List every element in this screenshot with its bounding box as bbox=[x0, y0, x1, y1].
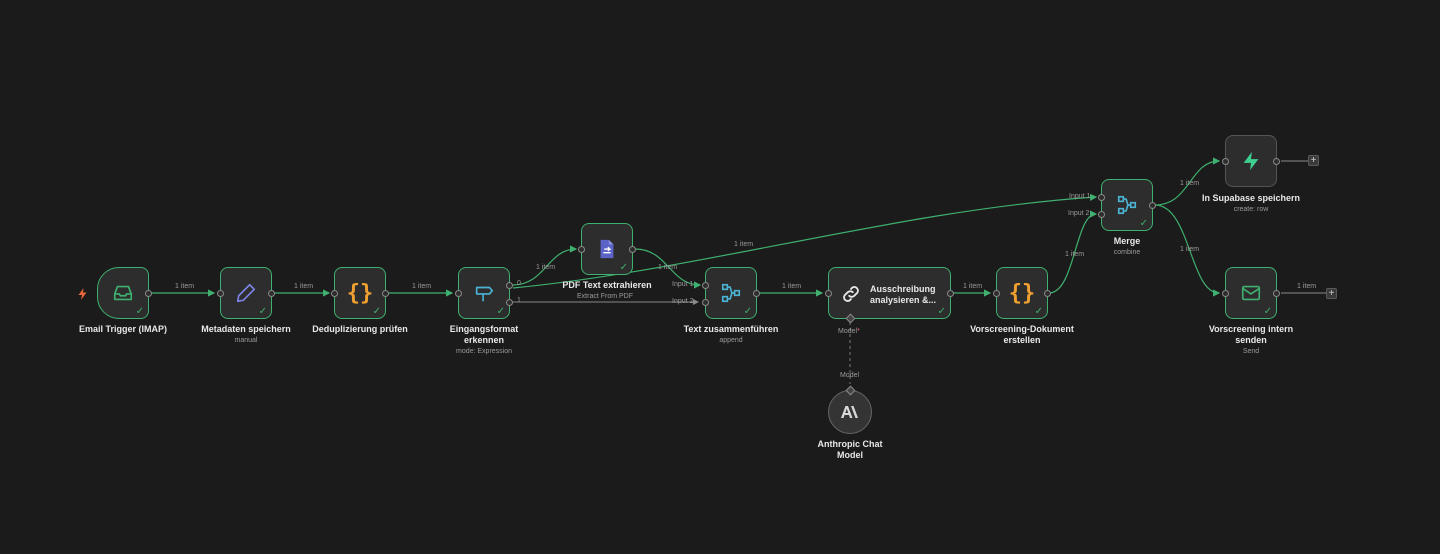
output-port[interactable] bbox=[1273, 158, 1280, 165]
output-port[interactable] bbox=[629, 246, 636, 253]
output-port-1[interactable] bbox=[506, 299, 513, 306]
success-check-icon: ✓ bbox=[937, 306, 946, 317]
node-anthropic-chat-model[interactable] bbox=[828, 385, 872, 434]
node-title: Metadaten speichern bbox=[201, 324, 291, 334]
node-title: Merge bbox=[1113, 236, 1141, 246]
success-check-icon: ✓ bbox=[1034, 306, 1043, 317]
workflow-canvas[interactable]: 1 item 1 item 1 item 1 item 1 item 1 ite… bbox=[0, 0, 1440, 554]
node-title: In Supabase speichern bbox=[1201, 193, 1301, 203]
edge-label: 1 item bbox=[1180, 246, 1200, 253]
extract-from-pdf-label: Extract From PDF bbox=[577, 293, 634, 300]
node-title-line1: Eingangsformat bbox=[449, 324, 519, 334]
success-check-icon: ✓ bbox=[258, 306, 267, 317]
success-check-icon: ✓ bbox=[496, 306, 505, 317]
input-port-1[interactable] bbox=[1098, 194, 1105, 201]
edge-label: 1 item bbox=[412, 283, 432, 290]
input-port[interactable] bbox=[1222, 290, 1229, 297]
input-port-2[interactable] bbox=[702, 299, 709, 306]
output-label-0: 0 bbox=[517, 280, 521, 287]
input-label-2: Input 2 bbox=[1068, 210, 1090, 217]
edge-label: 1 item bbox=[782, 283, 802, 290]
bolt-icon bbox=[78, 287, 87, 305]
node-eingangsformat-erkennen[interactable]: ✓ bbox=[455, 267, 513, 319]
input-port[interactable] bbox=[1222, 158, 1229, 165]
node-vorscreening-dokument-erstellen[interactable]: {} ✓ bbox=[993, 267, 1051, 319]
input-label-2: Input 2 bbox=[672, 298, 694, 305]
anthropic-icon bbox=[829, 391, 871, 433]
model-port-label: Model bbox=[840, 372, 860, 379]
input-port-2[interactable] bbox=[1098, 211, 1105, 218]
input-port[interactable] bbox=[578, 246, 585, 253]
model-port-label: Model* bbox=[838, 328, 860, 335]
edge-label: 1 item bbox=[658, 264, 678, 271]
node-ausschreibung-analysieren[interactable]: Ausschreibung analysieren &... ✓ bbox=[825, 267, 954, 324]
edge-label: 1 item bbox=[734, 241, 754, 248]
success-check-icon: ✓ bbox=[1263, 306, 1272, 317]
success-check-icon: ✓ bbox=[743, 306, 752, 317]
input-label-1: Input 1 bbox=[1069, 193, 1091, 200]
edge-label: 1 item bbox=[294, 283, 314, 290]
node-title-line2: erstellen bbox=[1003, 335, 1041, 345]
node-vorscreening-intern-senden[interactable]: ✓ bbox=[1222, 267, 1280, 319]
node-title-line1: Vorscreening-Dokument bbox=[970, 324, 1074, 334]
input-port[interactable] bbox=[217, 290, 224, 297]
success-check-icon: ✓ bbox=[135, 306, 144, 317]
output-port[interactable] bbox=[1149, 202, 1156, 209]
node-in-supabase-speichern[interactable] bbox=[1222, 135, 1280, 187]
node-title-line2: Model bbox=[837, 450, 863, 460]
node-merge[interactable]: ✓ bbox=[1098, 179, 1156, 231]
node-title-line1: Anthropic Chat bbox=[817, 439, 883, 449]
success-check-icon: ✓ bbox=[372, 306, 381, 317]
output-port[interactable] bbox=[145, 290, 152, 297]
link-icon bbox=[840, 283, 862, 310]
output-port[interactable] bbox=[753, 290, 760, 297]
edge-label: 1 item bbox=[1297, 283, 1317, 290]
success-check-icon: ✓ bbox=[1139, 218, 1148, 229]
node-title: PDF Text extrahieren bbox=[562, 280, 652, 290]
output-label-1: 1 bbox=[517, 297, 521, 304]
node-title: Email Trigger (IMAP) bbox=[78, 324, 168, 334]
node-text-zusammenfuehren[interactable]: ✓ bbox=[702, 267, 760, 319]
node-subtitle: append bbox=[719, 337, 743, 344]
output-port[interactable] bbox=[1273, 290, 1280, 297]
node-title-line2: erkennen bbox=[463, 335, 505, 345]
node-email-trigger[interactable]: ✓ bbox=[97, 267, 152, 319]
node-pdf-text-extrahieren[interactable]: ✓ bbox=[578, 223, 636, 275]
edge-label: 1 item bbox=[963, 283, 983, 290]
edge-label: 1 item bbox=[175, 283, 195, 290]
output-port-0[interactable] bbox=[506, 282, 513, 289]
node-title-line1: Vorscreening intern bbox=[1208, 324, 1294, 334]
edge-label: 1 item bbox=[536, 264, 556, 271]
node-title-line2: senden bbox=[1235, 335, 1267, 345]
node-title: Ausschreibung analysieren &... bbox=[870, 284, 937, 305]
node-metadaten-speichern[interactable]: ✓ bbox=[217, 267, 275, 319]
node-title: Text zusammenführen bbox=[683, 324, 779, 334]
input-port-1[interactable] bbox=[702, 282, 709, 289]
edge-label: 1 item bbox=[1180, 180, 1200, 187]
add-node-button[interactable]: + bbox=[1326, 288, 1337, 299]
edge-label: 1 item bbox=[1065, 251, 1085, 258]
input-port[interactable] bbox=[331, 290, 338, 297]
output-port[interactable] bbox=[268, 290, 275, 297]
input-port[interactable] bbox=[825, 290, 832, 297]
node-subtitle: combine bbox=[1113, 249, 1141, 256]
node-subtitle: mode: Expression bbox=[455, 348, 513, 355]
node-subtitle: create: row bbox=[1233, 206, 1269, 213]
output-port[interactable] bbox=[947, 290, 954, 297]
node-title: Deduplizierung prüfen bbox=[312, 324, 408, 334]
add-node-button[interactable]: + bbox=[1308, 155, 1319, 166]
node-subtitle: manual bbox=[234, 337, 258, 344]
output-port[interactable] bbox=[1044, 290, 1051, 297]
node-deduplizierung-pruefen[interactable]: {} ✓ bbox=[331, 267, 389, 319]
node-subtitle: Send bbox=[1242, 348, 1260, 355]
input-port[interactable] bbox=[455, 290, 462, 297]
supabase-icon bbox=[1226, 136, 1276, 186]
input-label-1: Input 1 bbox=[672, 281, 694, 288]
input-port[interactable] bbox=[993, 290, 1000, 297]
output-port[interactable] bbox=[382, 290, 389, 297]
success-check-icon: ✓ bbox=[619, 262, 628, 273]
